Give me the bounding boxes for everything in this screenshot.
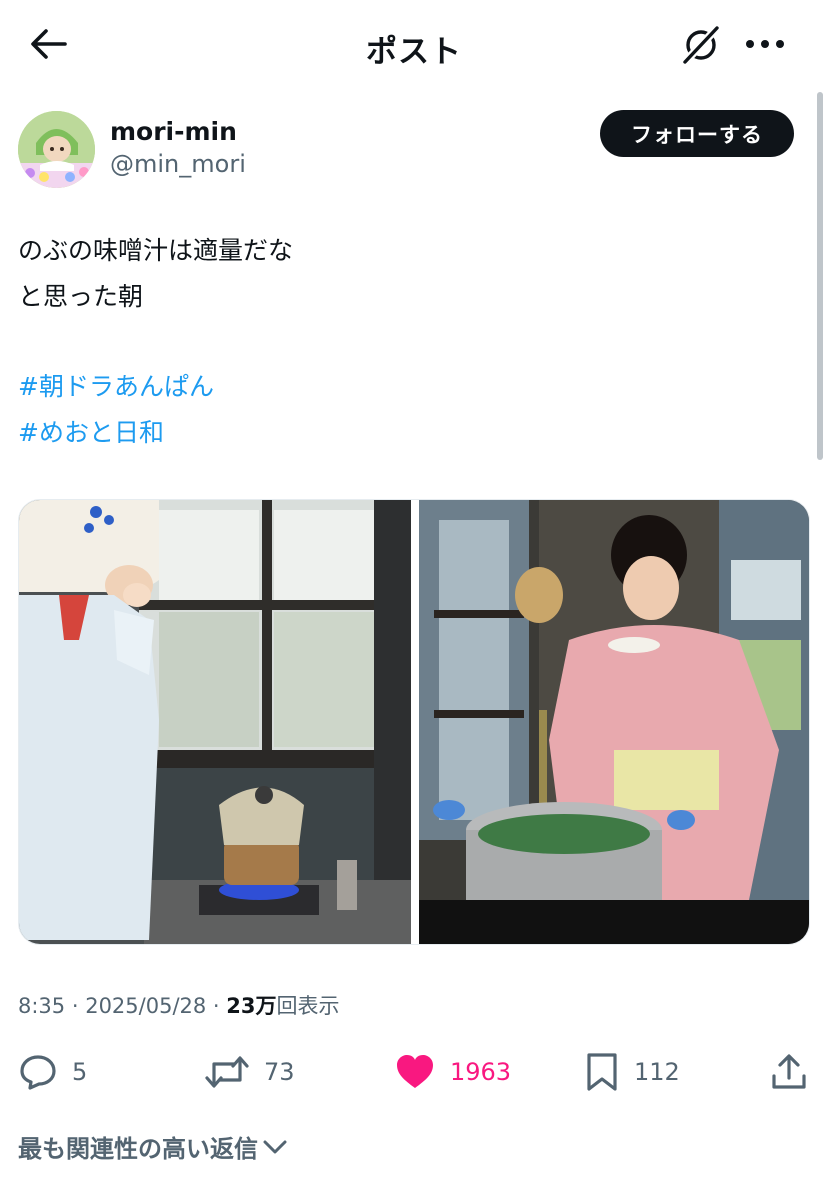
repost-button[interactable]: 73 — [204, 1044, 295, 1100]
author-handle[interactable]: @min_mori — [110, 150, 246, 178]
more-dots-icon — [746, 40, 784, 48]
like-button[interactable]: 1963 — [394, 1044, 511, 1100]
bookmark-icon — [587, 1053, 617, 1091]
scrollbar[interactable] — [817, 92, 823, 460]
bookmark-button[interactable]: 112 — [584, 1044, 680, 1100]
replies-sort-label: 最も関連性の高い返信 — [18, 1135, 258, 1163]
media-image-1[interactable] — [19, 500, 411, 944]
tweet-date[interactable]: 2025/05/28 — [85, 994, 206, 1018]
meta-separator: · — [206, 994, 227, 1018]
repost-arrows-icon — [205, 1056, 249, 1088]
like-count: 1963 — [450, 1058, 512, 1086]
views-count: 23万 — [226, 994, 277, 1018]
avatar-character-icon — [18, 111, 95, 188]
share-upload-icon — [772, 1054, 806, 1089]
hashtag-link[interactable]: #めおと日和 — [18, 410, 293, 456]
share-button[interactable] — [770, 1044, 808, 1100]
tweet-text: のぶの味噌汁は適量だな と思った朝 #朝ドラあんぱん #めおと日和 — [18, 228, 293, 456]
reply-bubble-icon — [20, 1055, 56, 1090]
meta-separator: · — [65, 994, 86, 1018]
grok-icon — [681, 24, 721, 66]
chevron-down-icon — [263, 1140, 287, 1153]
tweet-time[interactable]: 8:35 — [18, 994, 65, 1018]
tweet-meta: 8:35 · 2025/05/28 · 23万回表示 — [18, 990, 340, 1020]
avatar[interactable] — [18, 111, 95, 188]
views-label: 回表示 — [276, 994, 340, 1018]
photo-woman-drinking-by-stove-icon — [19, 500, 411, 944]
tweet-line: と思った朝 — [18, 282, 144, 311]
author-display-name[interactable]: mori-min — [110, 117, 237, 146]
reply-count: 5 — [72, 1058, 88, 1086]
grok-button[interactable] — [676, 20, 726, 70]
reply-button[interactable]: 5 — [18, 1044, 87, 1100]
replies-sort-toggle[interactable]: 最も関連性の高い返信 — [18, 1129, 288, 1164]
bookmark-count: 112 — [634, 1058, 680, 1086]
photo-woman-kimono-with-pot-icon — [419, 500, 809, 944]
repost-count: 73 — [264, 1058, 295, 1086]
hashtag-link[interactable]: #朝ドラあんぱん — [18, 364, 293, 410]
heart-filled-icon — [397, 1055, 433, 1088]
top-bar: ポスト — [0, 0, 828, 90]
media-grid — [18, 499, 810, 945]
media-image-2[interactable] — [419, 500, 809, 944]
more-options-button[interactable] — [740, 22, 790, 66]
tweet-line: のぶの味噌汁は適量だな — [18, 236, 294, 265]
action-bar: 5 73 1963 112 — [0, 1044, 828, 1100]
follow-button[interactable]: フォローする — [600, 110, 794, 157]
